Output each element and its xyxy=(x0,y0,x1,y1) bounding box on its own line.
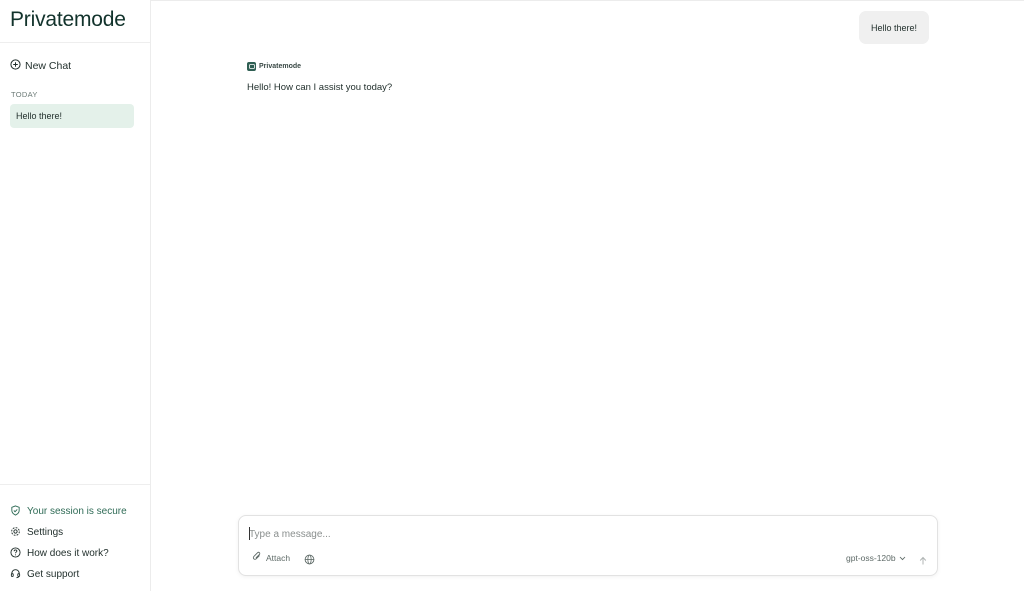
gear-icon xyxy=(10,526,21,540)
globe-icon xyxy=(304,552,315,569)
assistant-logo-icon xyxy=(247,62,256,71)
headset-icon xyxy=(10,568,21,582)
assistant-header: Privatemode xyxy=(247,62,301,71)
how-it-works-label: How does it work? xyxy=(27,548,109,559)
session-secure-item[interactable]: Your session is secure xyxy=(10,501,127,522)
attach-label: Attach xyxy=(266,552,291,563)
model-name: gpt-oss-120b xyxy=(846,553,896,563)
paperclip-icon xyxy=(252,551,262,564)
text-caret xyxy=(249,527,250,540)
top-border xyxy=(151,0,1024,1)
get-support-item[interactable]: Get support xyxy=(10,564,127,585)
help-circle-icon xyxy=(10,546,21,561)
user-message-bubble: Hello there! xyxy=(859,11,929,44)
web-search-button[interactable] xyxy=(304,552,315,570)
settings-label: Settings xyxy=(27,527,64,538)
plus-circle-icon xyxy=(10,59,21,73)
chat-main: Hello there! Privatemode Hello! How can … xyxy=(151,0,1024,591)
arrow-up-icon xyxy=(918,553,928,570)
new-chat-label: New Chat xyxy=(25,60,72,72)
message-composer: Attach gpt-oss-120b xyxy=(238,515,938,576)
logo-divider xyxy=(0,42,150,43)
history-section-label: TODAY xyxy=(11,90,38,99)
model-select[interactable]: gpt-oss-120b xyxy=(846,553,906,563)
assistant-name: Privatemode xyxy=(259,63,302,70)
assistant-message: Hello! How can I assist you today? xyxy=(247,82,393,93)
history-item[interactable]: Hello there! xyxy=(10,104,134,128)
app-logo[interactable]: Privatemode xyxy=(10,8,126,32)
chevron-down-icon xyxy=(899,553,906,563)
get-support-label: Get support xyxy=(27,569,80,580)
how-it-works-item[interactable]: How does it work? xyxy=(10,543,127,564)
sidebar-footer: Your session is secure Settings How does… xyxy=(10,501,127,585)
new-chat-button[interactable]: New Chat xyxy=(10,59,71,73)
attach-button[interactable]: Attach xyxy=(252,551,290,564)
send-button[interactable] xyxy=(918,553,928,571)
session-secure-label: Your session is secure xyxy=(27,506,127,517)
footer-divider xyxy=(0,484,150,485)
sidebar: Privatemode New Chat TODAY Hello there! … xyxy=(0,0,151,591)
message-input[interactable] xyxy=(249,526,849,542)
shield-check-icon xyxy=(10,504,21,519)
settings-item[interactable]: Settings xyxy=(10,522,127,543)
